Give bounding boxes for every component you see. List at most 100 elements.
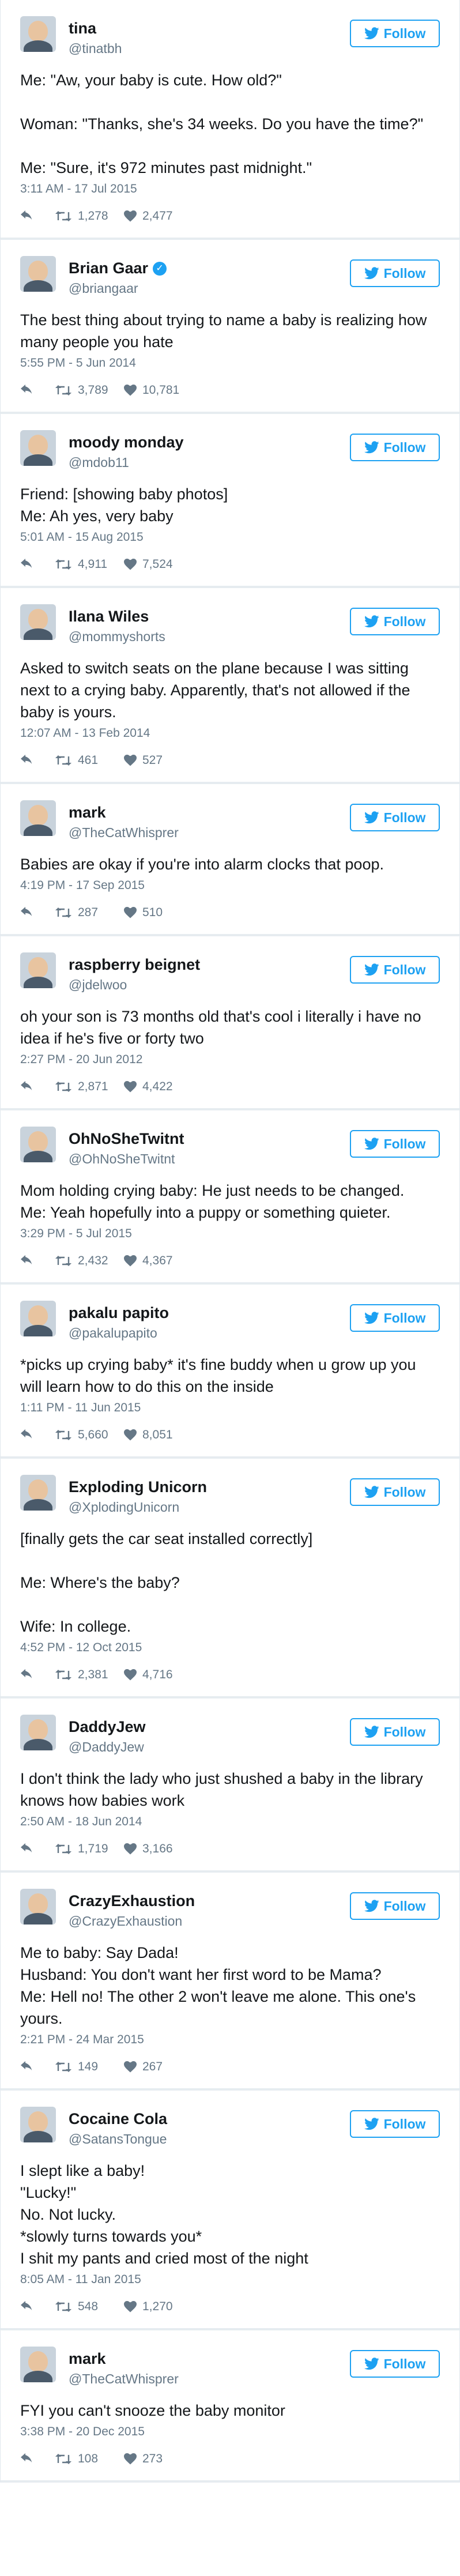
display-name[interactable]: Ilana Wiles	[69, 608, 149, 626]
retweet-button[interactable]: 4,911	[55, 558, 124, 571]
follow-button[interactable]: Follow	[350, 1718, 440, 1746]
reply-button[interactable]	[20, 559, 55, 570]
user-handle[interactable]: @jdelwoo	[69, 977, 200, 993]
like-button[interactable]: 4,422	[124, 1080, 193, 1094]
like-button[interactable]: 4,716	[124, 1668, 193, 1682]
like-button[interactable]: 1,270	[124, 2300, 193, 2314]
avatar[interactable]	[20, 2107, 56, 2142]
reply-button[interactable]	[20, 1255, 55, 1267]
display-name[interactable]: moody monday	[69, 434, 184, 451]
user-handle[interactable]: @DaddyJew	[69, 1739, 146, 1755]
user-handle[interactable]: @XplodingUnicorn	[69, 1500, 207, 1515]
avatar[interactable]	[20, 1715, 56, 1750]
avatar[interactable]	[20, 952, 56, 988]
reply-button[interactable]	[20, 1843, 55, 1855]
like-button[interactable]: 8,051	[124, 1428, 193, 1442]
retweet-button[interactable]: 5,660	[55, 1428, 124, 1442]
display-name[interactable]: mark	[69, 804, 106, 822]
retweet-button[interactable]: 287	[55, 906, 124, 920]
user-handle[interactable]: @OhNoSheTwitnt	[69, 1151, 184, 1167]
display-name[interactable]: mark	[69, 2350, 106, 2368]
display-name[interactable]: DaddyJew	[69, 1718, 146, 1736]
follow-button[interactable]: Follow	[350, 804, 440, 831]
retweet-button[interactable]: 461	[55, 754, 124, 767]
tweet-timestamp[interactable]: 3:29 PM - 5 Jul 2015	[20, 1227, 440, 1241]
tweet-timestamp[interactable]: 2:27 PM - 20 Jun 2012	[20, 1053, 440, 1067]
reply-button[interactable]	[20, 2061, 55, 2073]
avatar[interactable]	[20, 16, 56, 52]
retweet-button[interactable]: 548	[55, 2300, 124, 2314]
reply-button[interactable]	[20, 2301, 55, 2313]
tweet-timestamp[interactable]: 8:05 AM - 11 Jan 2015	[20, 2273, 440, 2287]
display-name[interactable]: Brian Gaar	[69, 259, 148, 277]
like-button[interactable]: 527	[124, 754, 193, 767]
retweet-button[interactable]: 2,871	[55, 1080, 124, 1094]
user-handle[interactable]: @briangaar	[69, 281, 167, 296]
display-name[interactable]: CrazyExhaustion	[69, 1892, 195, 1910]
user-handle[interactable]: @tinatbh	[69, 41, 122, 57]
follow-button[interactable]: Follow	[350, 434, 440, 461]
tweet-timestamp[interactable]: 4:19 PM - 17 Sep 2015	[20, 879, 440, 892]
display-name[interactable]: raspberry beignet	[69, 956, 200, 974]
avatar[interactable]	[20, 430, 56, 466]
tweet-timestamp[interactable]: 3:11 AM - 17 Jul 2015	[20, 182, 440, 196]
retweet-button[interactable]: 1,719	[55, 1842, 124, 1856]
retweet-button[interactable]: 108	[55, 2452, 124, 2466]
tweet-timestamp[interactable]: 12:07 AM - 13 Feb 2014	[20, 726, 440, 740]
like-button[interactable]: 3,166	[124, 1842, 193, 1856]
user-handle[interactable]: @TheCatWhisprer	[69, 2371, 179, 2387]
reply-button[interactable]	[20, 1081, 55, 1093]
avatar[interactable]	[20, 256, 56, 292]
display-name[interactable]: pakalu papito	[69, 1304, 169, 1322]
tweet-timestamp[interactable]: 2:21 PM - 24 Mar 2015	[20, 2033, 440, 2047]
retweet-button[interactable]: 149	[55, 2060, 124, 2074]
display-name[interactable]: tina	[69, 20, 96, 37]
reply-button[interactable]	[20, 755, 55, 766]
reply-button[interactable]	[20, 2453, 55, 2465]
like-button[interactable]: 510	[124, 906, 193, 920]
user-handle[interactable]: @TheCatWhisprer	[69, 825, 179, 841]
tweet-timestamp[interactable]: 5:01 AM - 15 Aug 2015	[20, 530, 440, 544]
follow-button[interactable]: Follow	[350, 1304, 440, 1332]
avatar[interactable]	[20, 1301, 56, 1336]
reply-button[interactable]	[20, 385, 55, 396]
display-name[interactable]: Exploding Unicorn	[69, 1478, 207, 1496]
like-button[interactable]: 7,524	[124, 558, 193, 571]
follow-button[interactable]: Follow	[350, 956, 440, 984]
follow-button[interactable]: Follow	[350, 1892, 440, 1920]
follow-button[interactable]: Follow	[350, 259, 440, 287]
like-button[interactable]: 10,781	[124, 383, 193, 397]
follow-button[interactable]: Follow	[350, 2350, 440, 2378]
user-handle[interactable]: @mdob11	[69, 455, 184, 470]
retweet-button[interactable]: 2,432	[55, 1254, 124, 1268]
follow-button[interactable]: Follow	[350, 20, 440, 47]
avatar[interactable]	[20, 800, 56, 836]
retweet-button[interactable]: 3,789	[55, 383, 124, 397]
tweet-timestamp[interactable]: 5:55 PM - 5 Jun 2014	[20, 356, 440, 370]
display-name[interactable]: OhNoSheTwitnt	[69, 1130, 184, 1148]
reply-button[interactable]	[20, 1429, 55, 1441]
avatar[interactable]	[20, 604, 56, 640]
avatar[interactable]	[20, 1475, 56, 1511]
like-button[interactable]: 4,367	[124, 1254, 193, 1268]
reply-button[interactable]	[20, 1669, 55, 1681]
user-handle[interactable]: @SatansTongue	[69, 2131, 167, 2147]
like-button[interactable]: 267	[124, 2060, 193, 2074]
follow-button[interactable]: Follow	[350, 1130, 440, 1158]
retweet-button[interactable]: 2,381	[55, 1668, 124, 1682]
like-button[interactable]: 2,477	[124, 209, 193, 223]
tweet-timestamp[interactable]: 1:11 PM - 11 Jun 2015	[20, 1401, 440, 1415]
display-name[interactable]: Cocaine Cola	[69, 2110, 167, 2128]
follow-button[interactable]: Follow	[350, 2110, 440, 2138]
reply-button[interactable]	[20, 210, 55, 222]
user-handle[interactable]: @mommyshorts	[69, 629, 165, 645]
like-button[interactable]: 273	[124, 2452, 193, 2466]
follow-button[interactable]: Follow	[350, 1478, 440, 1506]
retweet-button[interactable]: 1,278	[55, 209, 124, 223]
avatar[interactable]	[20, 2347, 56, 2382]
avatar[interactable]	[20, 1889, 56, 1925]
avatar[interactable]	[20, 1127, 56, 1162]
tweet-timestamp[interactable]: 3:38 PM - 20 Dec 2015	[20, 2425, 440, 2439]
follow-button[interactable]: Follow	[350, 608, 440, 635]
tweet-timestamp[interactable]: 2:50 AM - 18 Jun 2014	[20, 1815, 440, 1829]
